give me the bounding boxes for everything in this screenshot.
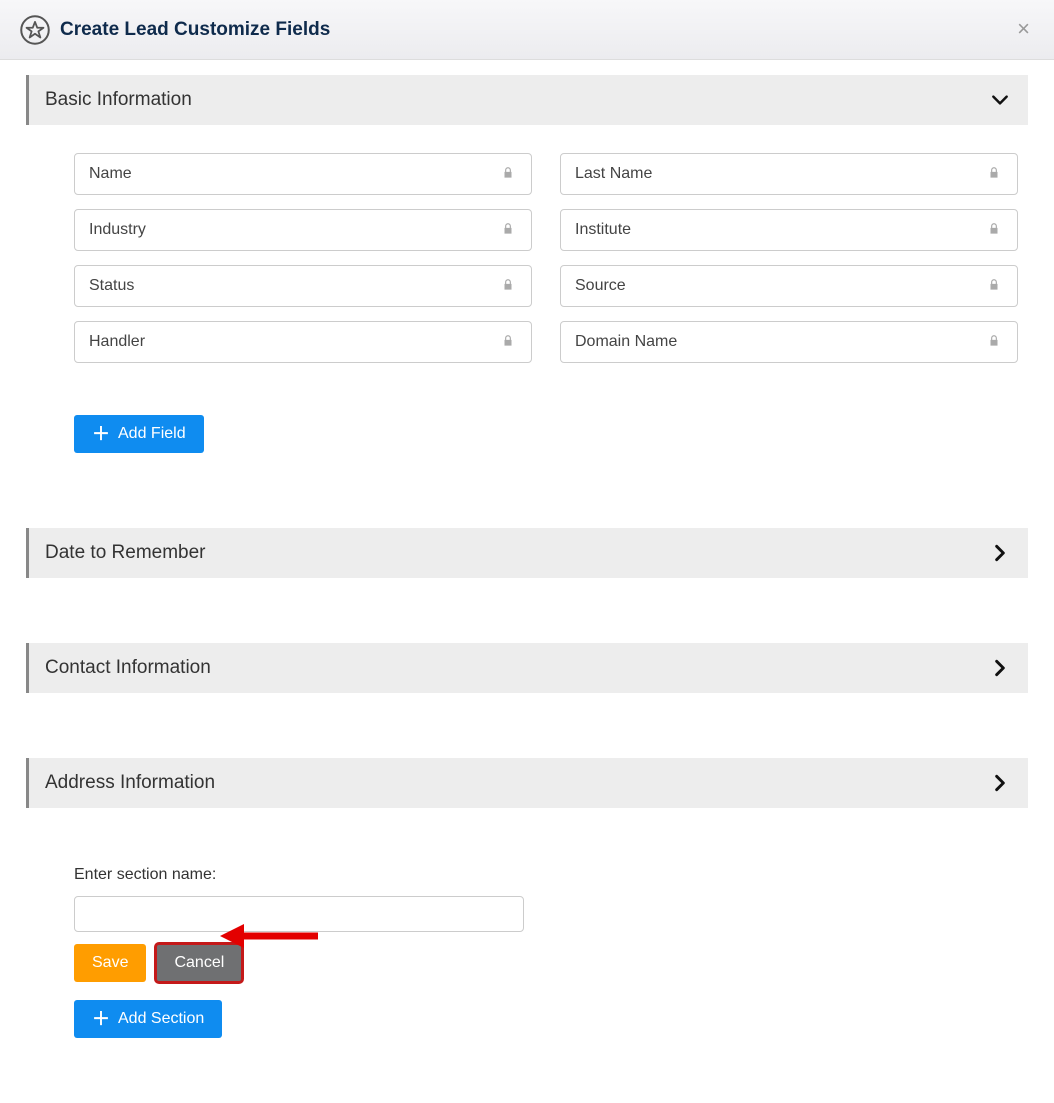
field-name[interactable]: Name (74, 153, 532, 195)
section-header-address[interactable]: Address Information (26, 758, 1028, 808)
star-icon (20, 15, 50, 45)
section-address-information: Address Information (26, 758, 1028, 808)
lock-icon (987, 222, 1003, 238)
section-header-basic[interactable]: Basic Information (26, 75, 1028, 125)
lock-icon (501, 222, 517, 238)
modal-header: Create Lead Customize Fields × (0, 0, 1054, 60)
chevron-right-icon (988, 656, 1012, 680)
chevron-right-icon (988, 541, 1012, 565)
lock-icon (987, 166, 1003, 182)
lock-icon (501, 166, 517, 182)
field-industry[interactable]: Industry (74, 209, 532, 251)
fields-grid: Name Last Name Industry Institute (74, 153, 1018, 363)
section-title: Contact Information (45, 657, 211, 679)
section-title: Address Information (45, 772, 215, 794)
section-header-date[interactable]: Date to Remember (26, 528, 1028, 578)
section-name-input[interactable] (74, 896, 524, 932)
field-domain-name[interactable]: Domain Name (560, 321, 1018, 363)
close-icon[interactable]: × (1017, 18, 1030, 40)
section-name-label: Enter section name: (74, 866, 1028, 884)
field-source[interactable]: Source (560, 265, 1018, 307)
field-institute[interactable]: Institute (560, 209, 1018, 251)
customize-fields-modal: Create Lead Customize Fields × Basic Inf… (0, 0, 1054, 1103)
lock-icon (987, 334, 1003, 350)
form-button-row: Save Cancel (74, 944, 1028, 982)
section-basic-information: Basic Information Name Last Name (26, 75, 1028, 463)
section-header-contact[interactable]: Contact Information (26, 643, 1028, 693)
section-date-to-remember: Date to Remember (26, 528, 1028, 578)
section-title: Date to Remember (45, 542, 206, 564)
section-title: Basic Information (45, 89, 192, 111)
field-handler[interactable]: Handler (74, 321, 532, 363)
chevron-down-icon (988, 88, 1012, 112)
chevron-right-icon (988, 771, 1012, 795)
field-last-name[interactable]: Last Name (560, 153, 1018, 195)
save-button[interactable]: Save (74, 944, 146, 982)
plus-icon: ＋ (92, 425, 110, 443)
lock-icon (501, 278, 517, 294)
add-section-button[interactable]: ＋ Add Section (74, 1000, 222, 1038)
plus-icon: ＋ (92, 1010, 110, 1028)
field-status[interactable]: Status (74, 265, 532, 307)
modal-title: Create Lead Customize Fields (60, 19, 330, 41)
section-contact-information: Contact Information (26, 643, 1028, 693)
modal-body: Basic Information Name Last Name (0, 60, 1054, 1103)
cancel-button[interactable]: Cancel (156, 944, 242, 982)
add-field-button[interactable]: ＋ Add Field (74, 415, 204, 453)
new-section-form: Enter section name: Save Cancel (26, 866, 1028, 1038)
section-body-basic: Name Last Name Industry Institute (26, 125, 1028, 463)
lock-icon (501, 334, 517, 350)
lock-icon (987, 278, 1003, 294)
